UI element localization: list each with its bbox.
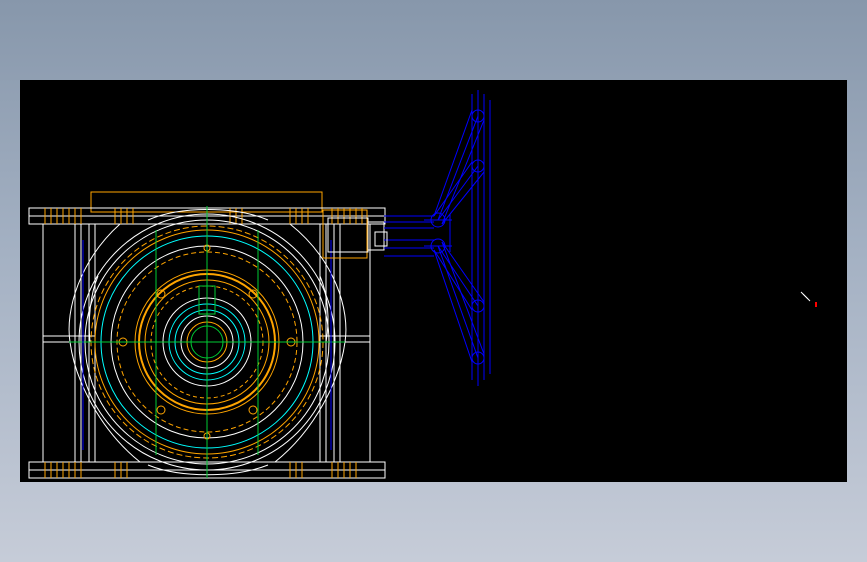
cad-drawing (28, 90, 817, 479)
cad-viewport[interactable] (20, 80, 847, 482)
cad-cursor-icon (800, 291, 817, 307)
handwheel-side-view (424, 90, 491, 386)
center-lines (69, 206, 345, 478)
gearbox-front-view (28, 191, 386, 479)
